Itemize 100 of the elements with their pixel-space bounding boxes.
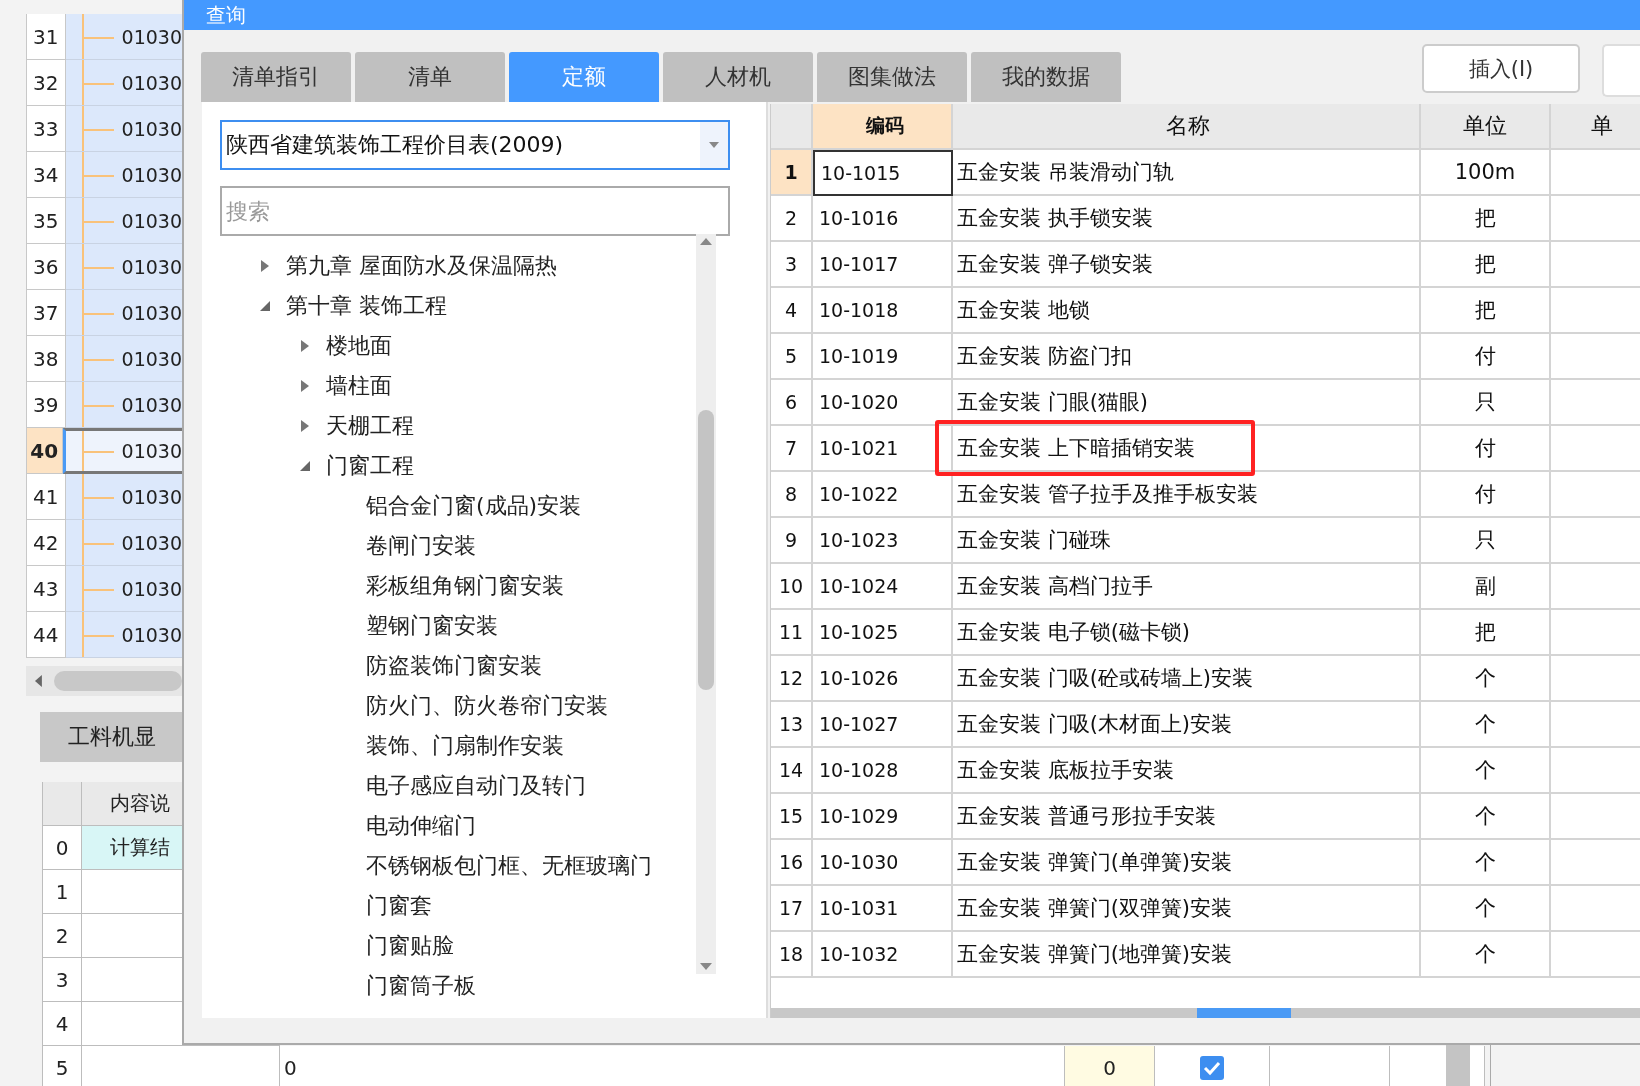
horizontal-scrollbar[interactable] [771,1008,1640,1018]
table-cell: 0 [280,1046,1065,1086]
vertical-scrollbar[interactable] [1446,1045,1470,1086]
tree-item[interactable]: 第十章 装饰工程 [286,291,447,321]
column-header[interactable]: 单位 [1421,104,1551,150]
row-number[interactable]: 41 [26,474,66,520]
unit-cell: 个 [1421,702,1551,748]
tree-item[interactable]: 不锈钢板包门框、无框玻璃门 [366,851,652,881]
name-cell: 五金安装 管子拉手及推手板安装 [953,472,1421,518]
unit-cell: 个 [1421,748,1551,794]
tab[interactable]: 图集做法 [817,52,967,102]
tree-item[interactable]: 卷闸门安装 [366,531,476,561]
row-number[interactable]: 32 [26,60,66,106]
row-number[interactable]: 17 [771,886,813,932]
row-number[interactable]: 5 [771,334,813,380]
name-cell: 五金安装 底板拉手安装 [953,748,1421,794]
tree-item[interactable]: 门窗工程 [326,451,414,481]
name-cell: 五金安装 防盗门扣 [953,334,1421,380]
tree-item[interactable]: 墙柱面 [326,371,392,401]
row-number[interactable]: 15 [771,794,813,840]
row-number[interactable]: 33 [26,106,66,152]
column-header[interactable]: 名称 [953,104,1421,150]
code-cell: 01030 [65,244,182,290]
dropdown-arrow-icon[interactable] [708,141,720,149]
insert-button[interactable]: 插入(I) [1422,44,1580,93]
row-number[interactable]: 13 [771,702,813,748]
code-cell: 01030 [65,612,182,658]
row-number[interactable]: 2 [771,196,813,242]
unit-cell: 个 [1421,840,1551,886]
checkbox[interactable] [1199,1054,1225,1081]
table-cell: 0 [1065,1046,1155,1086]
tab[interactable]: 清单指引 [201,52,351,102]
row-number[interactable]: 43 [26,566,66,612]
collapse-arrow-icon[interactable] [298,459,312,473]
row-number[interactable]: 11 [771,610,813,656]
column-header[interactable]: 单 [1551,104,1640,150]
row-number: 1 [42,870,82,914]
tree-item[interactable]: 门窗套 [366,891,432,921]
scrollbar-thumb[interactable] [1197,1008,1291,1018]
row-number[interactable]: 12 [771,656,813,702]
row-number[interactable]: 38 [26,336,66,382]
row-number[interactable]: 39 [26,382,66,428]
tree-item[interactable]: 电动伸缩门 [366,811,476,841]
detail-tab[interactable]: 工料机显 [40,712,182,762]
tree-item[interactable]: 门窗筒子板 [366,971,476,1001]
tree-item[interactable]: 第九章 屋面防水及保温隔热 [286,251,557,281]
tree-item[interactable]: 电子感应自动门及转门 [366,771,586,801]
code-cell: 01030 [65,290,182,336]
tree-item[interactable]: 铝合金门窗(成品)安装 [366,491,582,521]
row-number[interactable]: 8 [771,472,813,518]
corner-cell [42,782,82,826]
row-number[interactable]: 10 [771,564,813,610]
tree-item[interactable]: 防盗装饰门窗安装 [366,651,542,681]
row-number[interactable]: 34 [26,152,66,198]
code-cell: 10-1031 [813,886,953,932]
vertical-scrollbar[interactable] [696,234,716,974]
row-number[interactable]: 9 [771,518,813,564]
code-cell: 10-1018 [813,288,953,334]
row-number[interactable]: 6 [771,380,813,426]
name-cell: 五金安装 地锁 [953,288,1421,334]
tree-item[interactable]: 天棚工程 [326,411,414,441]
tree-item[interactable]: 塑钢门窗安装 [366,611,498,641]
row-number[interactable]: 42 [26,520,66,566]
horizontal-scrollbar[interactable] [26,666,182,696]
row-number[interactable]: 36 [26,244,66,290]
row-number[interactable]: 3 [771,242,813,288]
name-cell: 五金安装 弹簧门(双弹簧)安装 [953,886,1421,932]
tab[interactable]: 人材机 [663,52,813,102]
row-number[interactable]: 7 [771,426,813,472]
row-number[interactable]: 40 [26,428,63,474]
row-number[interactable]: 16 [771,840,813,886]
unit-cell: 把 [1421,610,1551,656]
search-field[interactable]: 搜索 [220,186,730,236]
code-cell: 01030 [65,382,182,428]
code-cell: 01030 [65,198,182,244]
tree-item[interactable]: 装饰、门扇制作安装 [366,731,564,761]
code-cell: 01030 [65,520,182,566]
column-header[interactable]: 编码 [813,104,953,150]
library-dropdown[interactable]: 陕西省建筑装饰工程价目表(2009) [220,120,730,170]
row-number[interactable]: 18 [771,932,813,978]
tree-item[interactable]: 楼地面 [326,331,392,361]
row-number[interactable]: 4 [771,288,813,334]
row-number[interactable]: 44 [26,612,66,658]
row-number[interactable]: 35 [26,198,66,244]
tab[interactable]: 我的数据 [971,52,1121,102]
collapse-arrow-icon[interactable] [258,299,272,313]
tree-item[interactable]: 门窗贴脸 [366,931,454,961]
row-number[interactable]: 37 [26,290,66,336]
row-number[interactable]: 1 [771,150,813,196]
row-number[interactable]: 14 [771,748,813,794]
scrollbar-thumb[interactable] [698,410,714,690]
row-number: 2 [42,914,82,958]
row-number[interactable]: 31 [26,14,66,60]
scrollbar-thumb[interactable] [53,671,182,691]
unit-cell: 把 [1421,242,1551,288]
tree-item[interactable]: 彩板组角钢门窗安装 [366,571,564,601]
tab[interactable]: 清单 [355,52,505,102]
code-cell: 10-1025 [813,610,953,656]
tree-item[interactable]: 防火门、防火卷帘门安装 [366,691,608,721]
unit-cell: 个 [1421,794,1551,840]
